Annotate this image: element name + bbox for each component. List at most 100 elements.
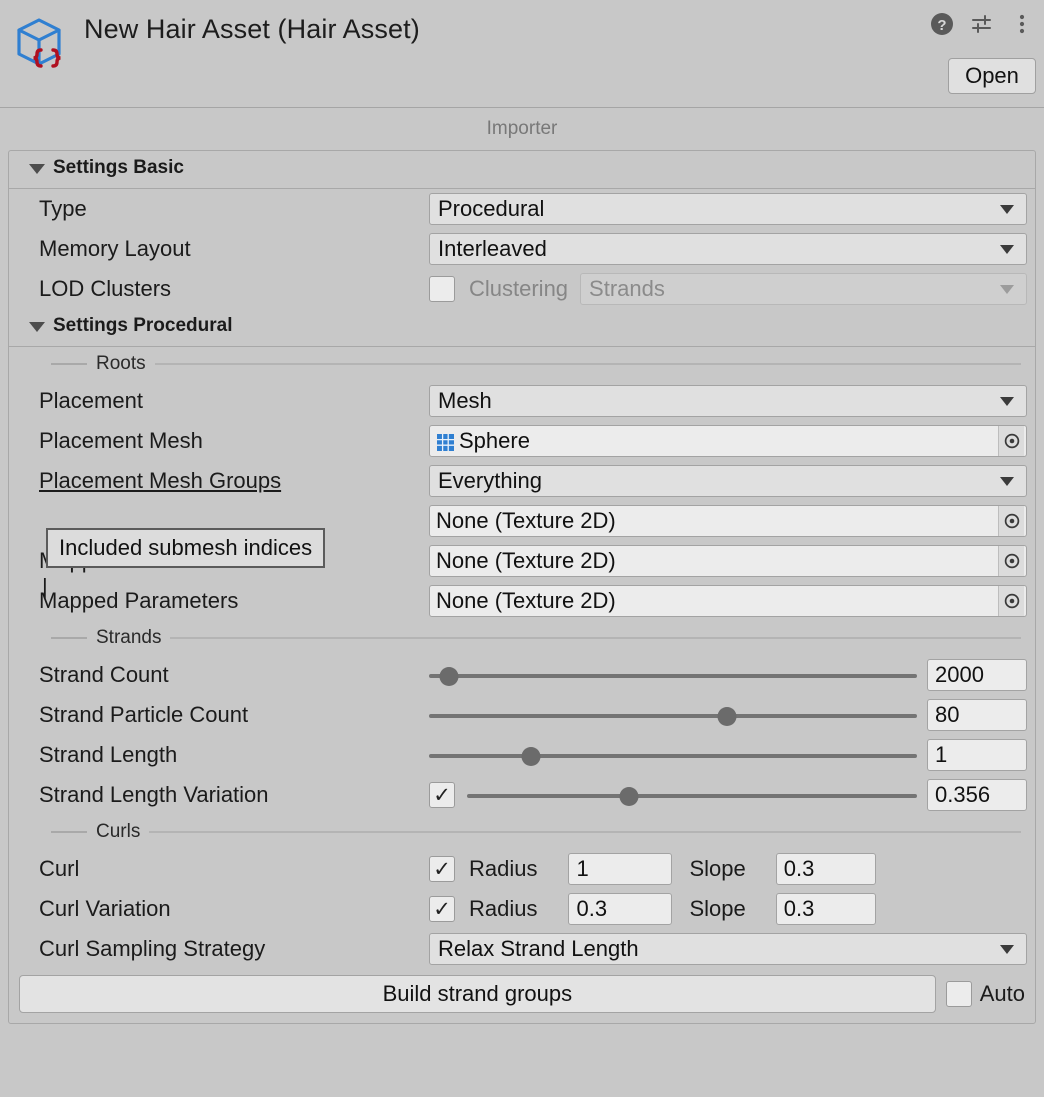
kebab-menu-icon[interactable] [1010,12,1034,36]
object-picker-icon[interactable] [998,506,1024,536]
row-strand-count: Strand Count 2000 [9,655,1035,695]
slider-handle[interactable] [620,787,639,806]
tooltip-included-submesh-indices: Included submesh indices [46,528,325,568]
section-header-curls: Curls [9,815,1035,849]
checkbox-auto[interactable]: ✓ [946,981,972,1007]
label-strand-particle-count: Strand Particle Count [39,702,429,728]
row-mapped-parameters: Mapped Parameters None (Texture 2D) [9,581,1035,621]
input-strand-particle-count[interactable]: 80 [927,699,1027,731]
row-strand-particle-count: Strand Particle Count 80 [9,695,1035,735]
slider-handle[interactable] [717,707,736,726]
chevron-down-icon [1000,245,1014,254]
label-memory-layout: Memory Layout [39,236,429,262]
row-memory-layout: Memory Layout Interleaved [9,229,1035,269]
objectfield-mapped-parameters-value: None (Texture 2D) [436,588,998,614]
dropdown-clustering-value: Strands [589,276,1000,302]
checkbox-strand-length-variation[interactable]: ✓ [429,782,455,808]
foldout-settings-basic[interactable]: Settings Basic [9,151,1035,185]
checkbox-lod-clusters[interactable]: ✓ [429,276,455,302]
row-lod-clusters: LOD Clusters ✓ Clustering Strands [9,269,1035,309]
row-type: Type Procedural [9,189,1035,229]
dropdown-curl-sampling-strategy[interactable]: Relax Strand Length [429,933,1027,965]
object-picker-icon[interactable] [998,426,1024,456]
objectfield-mapped-direction[interactable]: None (Texture 2D) [429,545,1027,577]
input-strand-count[interactable]: 2000 [927,659,1027,691]
dropdown-placement-mesh-groups[interactable]: Everything [429,465,1027,497]
section-title-strands: Strands [96,627,161,649]
slider-handle[interactable] [522,747,541,766]
slider-handle[interactable] [439,667,458,686]
bottom-cutoff-text [0,1081,1044,1089]
objectfield-placement-mesh[interactable]: Sphere [429,425,1027,457]
slider-strand-particle-count[interactable] [429,699,917,731]
inspector-window: New Hair Asset (Hair Asset) ? [0,0,1044,1097]
bottom-cutoff-region [0,1081,1044,1097]
checkbox-curl[interactable]: ✓ [429,856,455,882]
label-placement-mesh-groups: Placement Mesh Groups [39,468,429,494]
input-strand-count-value: 2000 [935,662,984,688]
open-button[interactable]: Open [948,58,1036,94]
check-icon: ✓ [433,859,451,880]
section-title-roots: Roots [96,353,146,375]
inspector-body: Settings Basic Type Procedural Memory La… [8,150,1036,1024]
label-mapped-density-peek: | [42,574,48,600]
header-icon-group: ? [930,12,1034,36]
label-curl-sampling-strategy: Curl Sampling Strategy [39,936,429,962]
input-curl-variation-slope-value: 0.3 [784,896,815,922]
foldout-label-settings-procedural: Settings Procedural [53,315,233,337]
slider-strand-count[interactable] [429,659,917,691]
rule [170,637,1021,639]
page-title: New Hair Asset (Hair Asset) [84,14,420,45]
input-curl-variation-radius-value: 0.3 [576,896,607,922]
chevron-down-icon [29,322,45,332]
objectfield-mapped-parameters[interactable]: None (Texture 2D) [429,585,1027,617]
input-strand-length[interactable]: 1 [927,739,1027,771]
label-curl-variation: Curl Variation [39,896,429,922]
rule [51,831,87,833]
rule [155,363,1021,365]
help-icon[interactable]: ? [930,12,954,36]
preset-settings-icon[interactable] [970,12,994,36]
input-curl-radius[interactable]: 1 [568,853,672,885]
objectfield-mapped-direction-value: None (Texture 2D) [436,548,998,574]
checkbox-curl-variation[interactable]: ✓ [429,896,455,922]
row-curl-variation: Curl Variation ✓ Radius 0.3 Slope 0.3 [9,889,1035,929]
dropdown-clustering[interactable]: Strands [580,273,1027,305]
dropdown-type-value: Procedural [438,196,1000,222]
slider-strand-length-variation[interactable] [467,779,917,811]
input-curl-variation-radius[interactable]: 0.3 [568,893,672,925]
chevron-down-icon [1000,285,1014,294]
label-curl-radius: Radius [469,856,537,882]
importer-label: Importer [487,118,558,140]
objectfield-mapped-density[interactable]: None (Texture 2D) [429,505,1027,537]
input-curl-variation-slope[interactable]: 0.3 [776,893,876,925]
dropdown-memory-layout[interactable]: Interleaved [429,233,1027,265]
row-curl: Curl ✓ Radius 1 Slope 0.3 [9,849,1035,889]
chevron-down-icon [1000,205,1014,214]
mesh-grid-icon [436,432,455,451]
build-row: Build strand groups ✓ Auto [9,969,1035,1023]
label-strand-length: Strand Length [39,742,429,768]
label-auto: Auto [980,981,1025,1007]
row-placement-mesh: Placement Mesh [9,421,1035,461]
build-strand-groups-button[interactable]: Build strand groups [19,975,936,1013]
section-title-curls: Curls [96,821,140,843]
object-picker-icon[interactable] [998,586,1024,616]
row-placement-mesh-groups: Placement Mesh Groups Everything [9,461,1035,501]
input-strand-length-variation-value: 0.356 [935,782,990,808]
objectfield-placement-mesh-value-wrap: Sphere [436,428,998,454]
section-header-strands: Strands [9,621,1035,655]
dropdown-type[interactable]: Procedural [429,193,1027,225]
object-picker-icon[interactable] [998,546,1024,576]
slider-strand-length[interactable] [429,739,917,771]
check-icon: ✓ [433,785,451,806]
input-curl-slope[interactable]: 0.3 [776,853,876,885]
dropdown-placement-mesh-groups-value: Everything [438,468,1000,494]
input-strand-length-variation[interactable]: 0.356 [927,779,1027,811]
label-clustering: Clustering [469,276,568,302]
foldout-settings-procedural[interactable]: Settings Procedural [9,309,1035,343]
label-type: Type [39,196,429,222]
dropdown-placement[interactable]: Mesh [429,385,1027,417]
rule [51,637,87,639]
slider-track [429,754,917,758]
